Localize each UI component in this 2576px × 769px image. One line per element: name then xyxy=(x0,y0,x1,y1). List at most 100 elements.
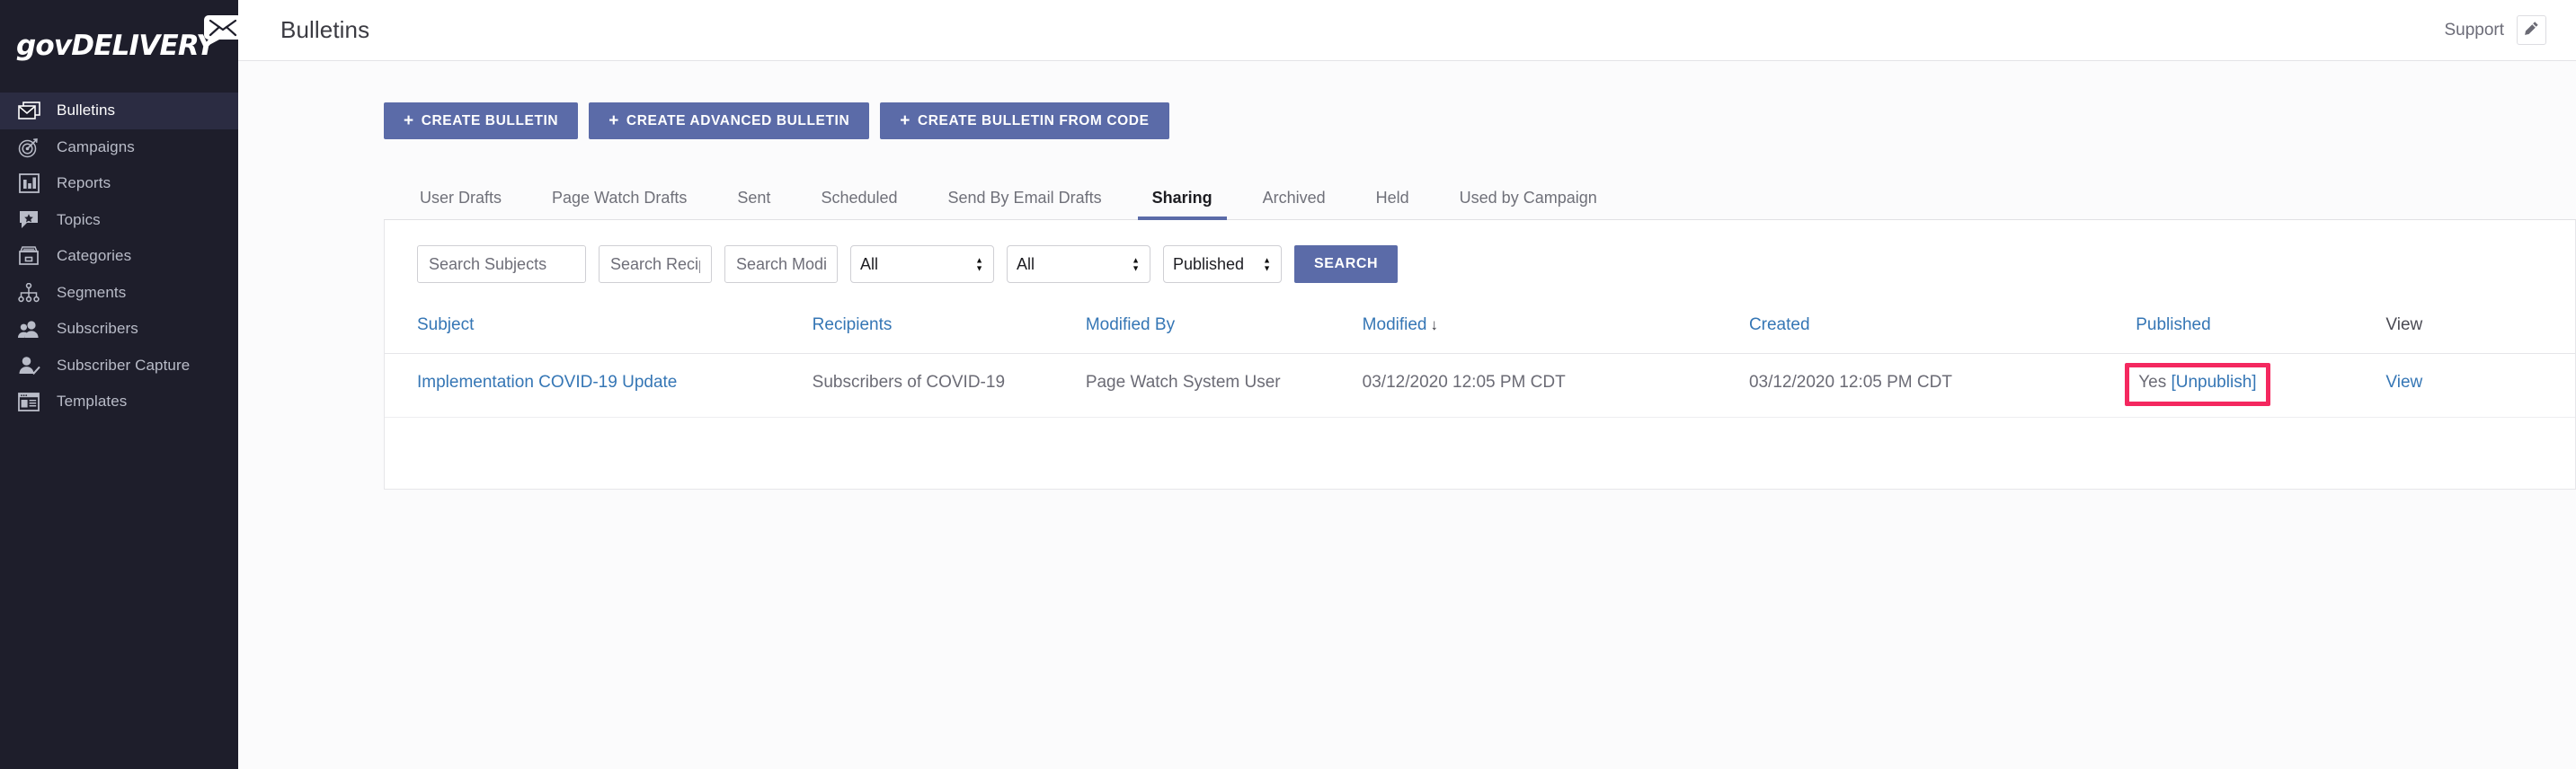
published-value: Yes xyxy=(2138,373,2167,392)
search-button[interactable]: SEARCH xyxy=(1294,245,1399,283)
column-header-modified-by[interactable]: Modified By xyxy=(1074,306,1352,354)
sidebar-item-campaigns[interactable]: Campaigns xyxy=(0,129,238,166)
tab-user-drafts[interactable]: User Drafts xyxy=(395,190,527,219)
table-body: Implementation COVID-19 Update Subscribe… xyxy=(385,353,2575,419)
sidebar-item-label: Topics xyxy=(57,210,101,228)
bulletin-subject-link[interactable]: Implementation COVID-19 Update xyxy=(417,373,677,392)
filter-row: All ▲▼ All ▲▼ Published xyxy=(385,220,2575,306)
filter-select-published-wrap: Published ▲ ▼ xyxy=(1163,245,1282,283)
sidebar-item-label: Subscribers xyxy=(57,320,138,338)
create-bulletin-label: CREATE BULLETIN xyxy=(421,112,559,128)
pencil-icon-button[interactable] xyxy=(2517,15,2546,45)
sort-descending-icon: ↓ xyxy=(1430,316,1439,333)
sidebar-item-categories[interactable]: Categories xyxy=(0,238,238,275)
cell-recipients: Subscribers of COVID-19 xyxy=(801,353,1075,419)
brand-wordmark: govDELIVERY xyxy=(16,30,217,62)
sidebar-item-label: Bulletins xyxy=(57,102,116,119)
envelope-icon xyxy=(15,100,42,121)
content-inner: + CREATE BULLETIN + CREATE ADVANCED BULL… xyxy=(238,102,2576,490)
tab-sharing[interactable]: Sharing xyxy=(1127,190,1238,220)
sidebar-item-templates[interactable]: Templates xyxy=(0,384,238,420)
tab-archived[interactable]: Archived xyxy=(1238,190,1351,219)
brand-logo[interactable]: govDELIVERY xyxy=(0,0,238,93)
filter-select-one[interactable]: All xyxy=(850,245,994,283)
table-row: Implementation COVID-19 Update Subscribe… xyxy=(385,353,2575,419)
column-header-subject-link[interactable]: Subject xyxy=(417,315,474,334)
column-header-recipients-link[interactable]: Recipients xyxy=(813,315,893,334)
plus-icon: + xyxy=(900,111,910,130)
user-check-icon xyxy=(15,355,42,376)
sidebar-item-subscriber-capture[interactable]: Subscriber Capture xyxy=(0,348,238,384)
cell-view: View xyxy=(2375,353,2575,419)
pencil-icon xyxy=(2524,21,2539,40)
tab-scheduled[interactable]: Scheduled xyxy=(795,190,922,219)
cell-subject: Implementation COVID-19 Update xyxy=(385,353,802,419)
create-advanced-bulletin-label: CREATE ADVANCED BULLETIN xyxy=(626,112,850,128)
layout-window-icon xyxy=(15,391,42,412)
published-highlight-box: Yes [Unpublish] xyxy=(2125,363,2270,407)
bar-chart-icon xyxy=(15,172,42,194)
content-area: + CREATE BULLETIN + CREATE ADVANCED BULL… xyxy=(238,61,2576,769)
file-box-icon xyxy=(15,245,42,267)
top-bar: Bulletins Support xyxy=(238,0,2576,61)
filter-select-published[interactable]: Published xyxy=(1163,245,1282,283)
support-link[interactable]: Support xyxy=(2444,21,2504,40)
sitemap-icon xyxy=(15,282,42,304)
column-header-modified-by-link[interactable]: Modified By xyxy=(1086,315,1175,334)
column-header-subject[interactable]: Subject xyxy=(385,306,802,354)
tab-held[interactable]: Held xyxy=(1351,190,1435,219)
tab-used-by-campaign[interactable]: Used by Campaign xyxy=(1435,190,1622,219)
create-bulletin-button[interactable]: + CREATE BULLETIN xyxy=(384,102,579,139)
users-icon xyxy=(15,318,42,340)
cell-modified: 03/12/2020 12:05 PM CDT xyxy=(1351,353,1738,419)
tab-page-watch-drafts[interactable]: Page Watch Drafts xyxy=(527,190,712,219)
cell-modified-by: Page Watch System User xyxy=(1074,353,1352,419)
view-link[interactable]: View xyxy=(2385,373,2422,392)
target-icon xyxy=(15,137,42,158)
bulletins-table: Subject Recipients Modified By Modified ↓… xyxy=(385,306,2575,419)
search-recipients-input[interactable] xyxy=(599,245,712,283)
tab-send-by-email-drafts[interactable]: Send By Email Drafts xyxy=(923,190,1127,219)
search-modified-by-input[interactable] xyxy=(724,245,838,283)
sidebar-item-label: Categories xyxy=(57,247,132,265)
top-bar-right: Support xyxy=(2444,15,2546,45)
create-advanced-bulletin-button[interactable]: + CREATE ADVANCED BULLETIN xyxy=(589,102,870,139)
table-head: Subject Recipients Modified By Modified ↓… xyxy=(385,306,2575,354)
sidebar-item-label: Templates xyxy=(57,393,128,411)
table-header-row: Subject Recipients Modified By Modified ↓… xyxy=(385,306,2575,354)
sidebar-item-segments[interactable]: Segments xyxy=(0,275,238,312)
create-buttons-row: + CREATE BULLETIN + CREATE ADVANCED BULL… xyxy=(384,102,2576,139)
sidebar-item-label: Campaigns xyxy=(57,137,135,155)
tab-sent[interactable]: Sent xyxy=(712,190,795,219)
sidebar-item-reports[interactable]: Reports xyxy=(0,165,238,202)
bulletin-tabs: User Drafts Page Watch Drafts Sent Sched… xyxy=(384,172,2576,220)
search-subjects-input[interactable] xyxy=(417,245,586,283)
create-bulletin-from-code-label: CREATE BULLETIN FROM CODE xyxy=(917,112,1150,128)
unpublish-link[interactable]: [Unpublish] xyxy=(2171,373,2256,392)
cell-created: 03/12/2020 12:05 PM CDT xyxy=(1737,353,2126,419)
create-bulletin-from-code-button[interactable]: + CREATE BULLETIN FROM CODE xyxy=(880,102,1169,139)
column-header-published-link[interactable]: Published xyxy=(2136,315,2210,334)
column-header-recipients[interactable]: Recipients xyxy=(801,306,1075,354)
column-header-modified[interactable]: Modified ↓ xyxy=(1351,306,1738,354)
column-header-modified-link[interactable]: Modified xyxy=(1363,315,1427,334)
column-header-created[interactable]: Created xyxy=(1737,306,2126,354)
filter-select-two[interactable]: All xyxy=(1007,245,1150,283)
plus-icon: + xyxy=(608,111,619,130)
envelope-speech-icon xyxy=(203,15,238,46)
column-header-created-link[interactable]: Created xyxy=(1749,315,1810,334)
sidebar-item-label: Reports xyxy=(57,174,111,192)
column-header-published[interactable]: Published xyxy=(2125,306,2376,354)
app-root: govDELIVERY Bulletins Campaigns Reports … xyxy=(0,0,2576,769)
plus-icon: + xyxy=(404,111,414,130)
column-header-view: View xyxy=(2375,306,2575,354)
sidebar-item-bulletins[interactable]: Bulletins xyxy=(0,93,238,129)
sidebar-item-subscribers[interactable]: Subscribers xyxy=(0,311,238,348)
cell-published: Yes [Unpublish] xyxy=(2125,353,2376,419)
sidebar-item-label: Segments xyxy=(57,283,127,301)
main-area: Bulletins Support + CREATE BULLETIN + CR… xyxy=(238,0,2576,769)
sidebar: govDELIVERY Bulletins Campaigns Reports … xyxy=(0,0,238,769)
sidebar-item-topics[interactable]: Topics xyxy=(0,202,238,239)
comment-star-icon xyxy=(15,209,42,231)
filter-select-one-wrap: All ▲ ▼ xyxy=(850,245,994,283)
